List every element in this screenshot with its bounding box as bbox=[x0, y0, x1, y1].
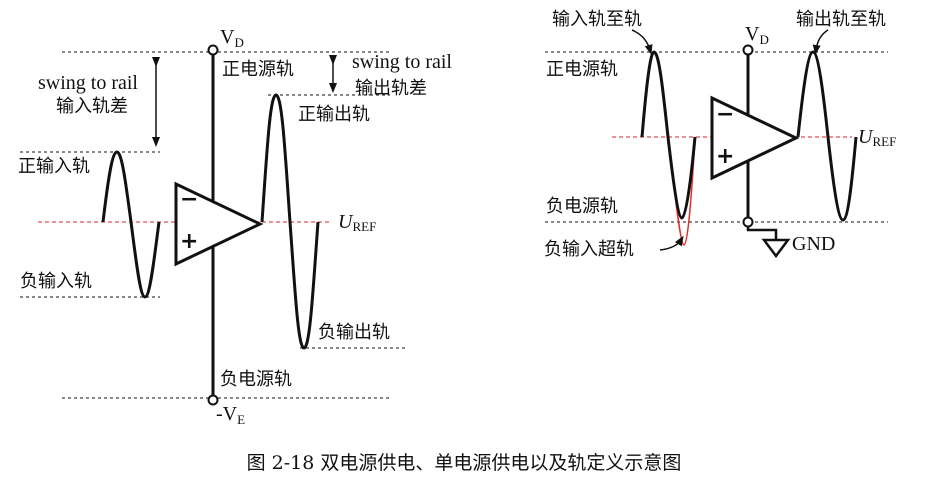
left-neg-input-label: 负输入轨 bbox=[20, 271, 92, 292]
right-neg-over-label: 负输入超轨 bbox=[544, 239, 634, 260]
left-uref-label: UREF bbox=[338, 211, 376, 234]
right-input-wave bbox=[640, 50, 697, 220]
left-pos-input-label: 正输入轨 bbox=[18, 156, 90, 177]
right-over-rail-pointer bbox=[659, 235, 684, 251]
left-pos-supply-label: 正电源轨 bbox=[222, 59, 294, 80]
right-output-wave bbox=[796, 50, 858, 222]
diagram-canvas: − + VD -VE 正电源轨 负电源轨 正输入轨 负输入轨 正输出轨 负输出轨… bbox=[18, 9, 896, 474]
left-vd-node bbox=[207, 44, 219, 56]
right-out-rail-label: 输出轨至轨 bbox=[796, 9, 886, 30]
left-neg-output-label: 负输出轨 bbox=[318, 322, 390, 343]
left-pos-output-label: 正输出轨 bbox=[298, 104, 370, 125]
left-input-wave bbox=[101, 150, 161, 299]
right-pos-supply-label: 正电源轨 bbox=[546, 59, 618, 80]
right-gnd-wire bbox=[746, 226, 778, 240]
left-swing-in-en: swing to rail bbox=[38, 72, 138, 94]
right-opamp-minus: − bbox=[716, 102, 734, 127]
left-ve-label: -VE bbox=[216, 403, 245, 427]
right-neg-supply-label: 负电源轨 bbox=[546, 196, 618, 217]
right-in-rail-pointer bbox=[631, 29, 653, 55]
right-diagram: − + VD 输入轨至轨 输出轨至轨 正电源轨 负电源轨 负输入超轨 GND U… bbox=[544, 9, 896, 260]
right-in-rail-label: 输入轨至轨 bbox=[552, 9, 642, 30]
left-neg-supply-label: 负电源轨 bbox=[220, 369, 292, 390]
right-vd-label: VD bbox=[745, 23, 769, 47]
right-opamp-plus: + bbox=[716, 144, 734, 169]
right-input-over-rail-wave bbox=[667, 136, 696, 246]
figure-caption: 图 2-18 双电源供电、单电源供电以及轨定义示意图 bbox=[247, 452, 682, 474]
left-opamp-minus: − bbox=[180, 187, 198, 212]
left-diagram: − + VD -VE 正电源轨 负电源轨 正输入轨 负输入轨 正输出轨 负输出轨… bbox=[18, 26, 452, 427]
left-vd-label: VD bbox=[220, 26, 244, 50]
right-uref-label: UREF bbox=[858, 126, 896, 149]
left-swing-in-cn: 输入轨差 bbox=[56, 96, 128, 117]
left-swing-out-en: swing to rail bbox=[352, 51, 452, 73]
figure: − + VD -VE 正电源轨 负电源轨 正输入轨 负输入轨 正输出轨 负输出轨… bbox=[0, 0, 928, 479]
right-gnd-symbol bbox=[761, 238, 791, 259]
right-gnd-label: GND bbox=[792, 233, 835, 255]
right-vd-node bbox=[742, 44, 754, 56]
left-swing-out-cn: 输出轨差 bbox=[355, 78, 427, 99]
left-opamp-plus: + bbox=[180, 229, 198, 254]
right-gnd-node bbox=[742, 216, 754, 228]
right-out-rail-pointer bbox=[812, 29, 829, 55]
